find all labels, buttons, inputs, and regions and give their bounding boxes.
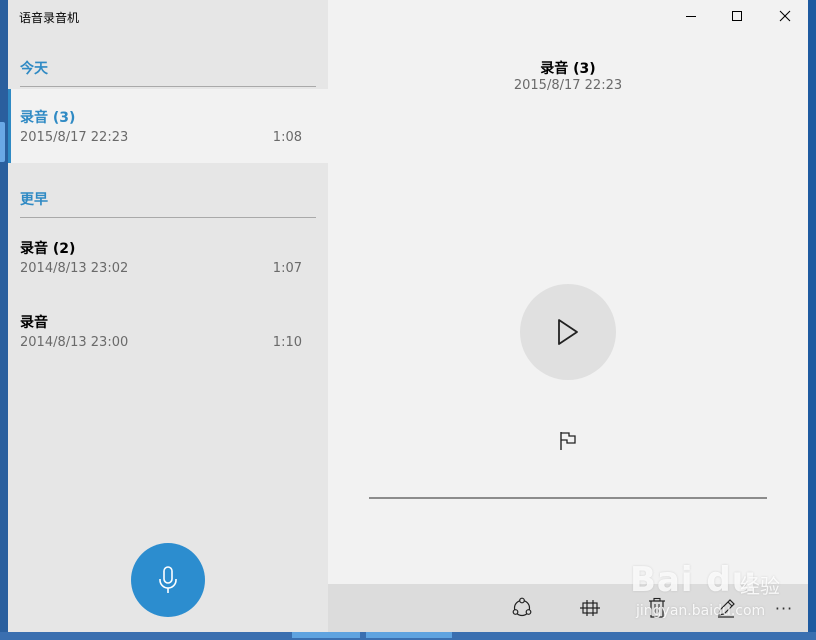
close-button[interactable]	[762, 0, 808, 32]
recording-date: 2014/8/13 23:02	[20, 261, 129, 276]
recording-name: 录音 (3)	[20, 110, 76, 126]
app-window: 语音录音机 今天 录音 (3) 2015/8/17 22:23 1:08 更早 …	[8, 0, 808, 632]
selection-indicator	[8, 89, 11, 163]
recording-title: 录音 (3)	[540, 61, 596, 77]
detail-pane: 录音 (3) 2015/8/17 22:23 ···	[328, 0, 808, 632]
share-button[interactable]	[506, 592, 538, 624]
watermark-text: 经验	[740, 574, 780, 598]
trim-icon	[580, 600, 600, 616]
maximize-button[interactable]	[714, 0, 760, 32]
desktop-left-edge	[0, 0, 8, 640]
recording-date: 2015/8/17 22:23	[513, 78, 623, 93]
taskbar-edge	[0, 632, 816, 640]
trim-button[interactable]	[574, 592, 606, 624]
recording-duration: 1:08	[272, 130, 302, 145]
close-icon	[779, 10, 791, 22]
desktop-edge-tab	[0, 122, 5, 162]
record-button[interactable]	[131, 543, 205, 617]
watermark-url: jingyan.baidu.com	[636, 603, 766, 619]
group-header-earlier: 更早	[20, 189, 316, 218]
group-header-today: 今天	[20, 58, 316, 87]
share-icon	[512, 597, 532, 617]
microphone-icon	[159, 566, 177, 593]
recording-name: 录音 (2)	[20, 241, 76, 257]
watermark-logo: Bai du	[630, 560, 757, 600]
play-button[interactable]	[520, 284, 616, 380]
taskbar-item[interactable]	[292, 632, 360, 638]
recording-date: 2015/8/17 22:23	[20, 130, 129, 145]
recording-item[interactable]: 录音 (2) 2014/8/13 23:02 1:07	[8, 220, 328, 294]
watermark: Bai du 经验 jingyan.baidu.com	[630, 560, 810, 626]
playback-timeline[interactable]	[369, 497, 767, 499]
recording-item[interactable]: 录音 2014/8/13 23:00 1:10	[8, 294, 328, 368]
minimize-button[interactable]	[668, 0, 714, 32]
add-marker-button[interactable]	[553, 426, 583, 456]
recording-date: 2014/8/13 23:00	[20, 335, 129, 350]
recording-duration: 1:10	[272, 335, 302, 350]
play-icon	[558, 319, 578, 345]
recordings-pane: 语音录音机 今天 录音 (3) 2015/8/17 22:23 1:08 更早 …	[8, 0, 328, 632]
desktop-right-edge	[808, 0, 816, 640]
taskbar-item[interactable]	[366, 632, 452, 638]
app-title: 语音录音机	[19, 11, 80, 25]
recording-name: 录音	[20, 315, 48, 331]
maximize-icon	[732, 11, 742, 21]
minimize-icon	[686, 16, 696, 17]
flag-icon	[560, 432, 576, 450]
recording-item-selected[interactable]: 录音 (3) 2015/8/17 22:23 1:08	[8, 89, 328, 163]
recording-duration: 1:07	[272, 261, 302, 276]
